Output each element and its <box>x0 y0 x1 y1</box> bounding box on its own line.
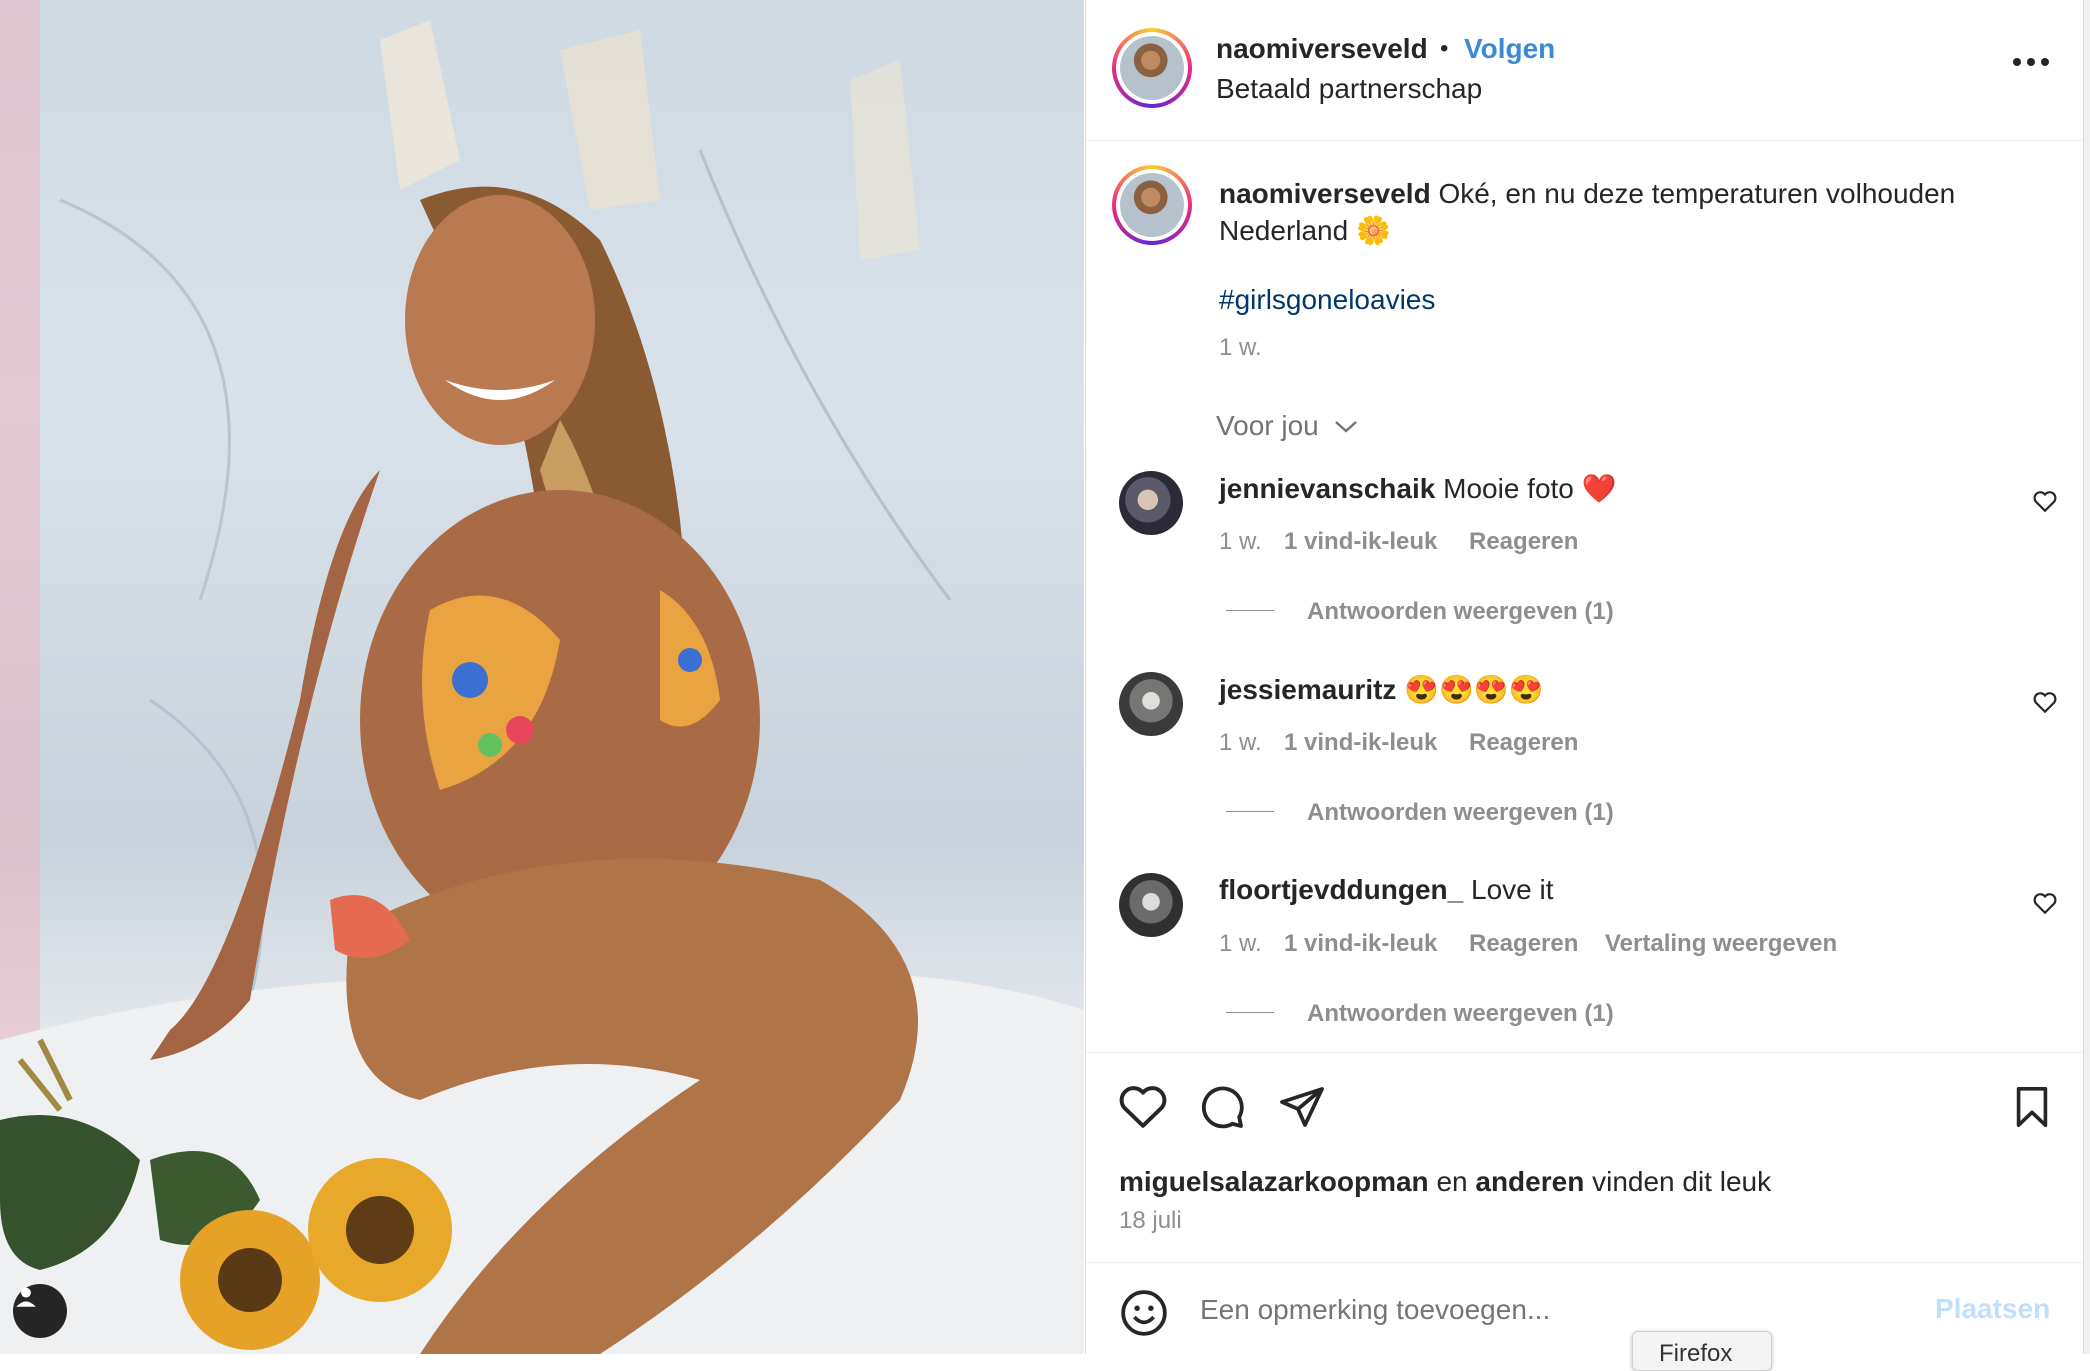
comment-reply-button[interactable]: Reageren <box>1469 528 1578 556</box>
comment-body: floortjevddungen_ Love it <box>1219 874 1554 906</box>
comment-composer: Plaatsen <box>1086 1262 2084 1355</box>
follow-button[interactable]: Volgen <box>1464 33 1555 65</box>
comment-username[interactable]: floortjevddungen_ <box>1219 874 1463 905</box>
comment-heart-icon[interactable] <box>2032 890 2058 916</box>
comment-body: jennievanschaik Mooie foto ❤️ <box>1219 472 1617 505</box>
post-photo[interactable] <box>0 0 1084 1354</box>
replies-divider <box>1226 1012 1274 1013</box>
comment-likes-count[interactable]: 1 vind-ik-leuk <box>1284 528 1437 556</box>
post-comment-button[interactable]: Plaatsen <box>1935 1293 2050 1325</box>
comment-text: 😍😍😍😍 <box>1404 674 1544 705</box>
photo-illustration <box>0 0 1084 1354</box>
browser-tooltip: Firefox <box>1632 1331 1772 1371</box>
post-actions: miguelsalazarkoopman en anderen vinden d… <box>1086 1052 2084 1263</box>
post-side-panel: naomiverseveld • Volgen Betaald partners… <box>1085 0 2084 1354</box>
comment-heart-icon[interactable] <box>2032 689 2058 715</box>
comment-body: jessiemauritz 😍😍😍😍 <box>1219 673 1544 706</box>
view-replies-button[interactable]: Antwoorden weergeven (1) <box>1307 1000 1614 1028</box>
author-username[interactable]: naomiverseveld <box>1216 33 1428 65</box>
comment-username[interactable]: jennievanschaik <box>1219 473 1435 504</box>
likes-suffix: vinden dit leuk <box>1592 1166 1772 1197</box>
comment-timestamp[interactable]: 1 w. <box>1219 930 1262 958</box>
commenter-avatar[interactable] <box>1119 672 1183 736</box>
view-replies-button[interactable]: Antwoorden weergeven (1) <box>1307 799 1614 827</box>
comment-timestamp[interactable]: 1 w. <box>1219 528 1262 556</box>
paid-partnership-label[interactable]: Betaald partnerschap <box>1216 73 1482 105</box>
more-options-icon[interactable] <box>2011 52 2051 72</box>
chevron-down-icon <box>1334 421 1357 433</box>
caption-timestamp[interactable]: 1 w. <box>1219 334 1262 362</box>
replies-divider <box>1226 610 1274 611</box>
comment-heart-icon[interactable] <box>2032 488 2058 514</box>
comment-text: Mooie foto ❤️ <box>1443 473 1617 504</box>
tag-people-icon[interactable] <box>13 1284 67 1338</box>
comment-icon[interactable] <box>1198 1083 1246 1131</box>
comment-likes-count[interactable]: 1 vind-ik-leuk <box>1284 930 1437 958</box>
caption-text: Oké, en nu deze temperaturen volhouden <box>1438 178 1956 209</box>
comment-likes-count[interactable]: 1 vind-ik-leuk <box>1284 729 1437 757</box>
bookmark-icon[interactable] <box>2009 1083 2055 1131</box>
caption-hashtag[interactable]: #girlsgoneloavies <box>1219 284 1435 316</box>
comment-input[interactable] <box>1198 1285 1822 1335</box>
caption: naomiverseveld Oké, en nu deze temperatu… <box>1219 175 1955 249</box>
emoji-icon[interactable] <box>1119 1288 1169 1338</box>
comment-sort-label: Voor jou <box>1216 410 1319 441</box>
view-replies-button[interactable]: Antwoorden weergeven (1) <box>1307 598 1614 626</box>
share-icon[interactable] <box>1278 1083 1326 1131</box>
heart-icon[interactable] <box>1118 1083 1168 1129</box>
comment-sort-dropdown[interactable]: Voor jou <box>1216 410 1359 442</box>
commenter-avatar[interactable] <box>1119 873 1183 937</box>
comment-username[interactable]: jessiemauritz <box>1219 674 1396 705</box>
author-avatar[interactable] <box>1112 28 1192 108</box>
likes-others-link[interactable]: anderen <box>1475 1166 1584 1197</box>
comment-text: Love it <box>1471 874 1554 905</box>
liker-username[interactable]: miguelsalazarkoopman <box>1119 1166 1429 1197</box>
translate-button[interactable]: Vertaling weergeven <box>1605 930 1837 958</box>
window-edge <box>2083 0 2090 1354</box>
likes-connector: en <box>1436 1166 1468 1197</box>
header-separator: • <box>1440 35 1449 62</box>
caption-author-avatar[interactable] <box>1112 165 1192 245</box>
caption-author[interactable]: naomiverseveld <box>1219 178 1431 209</box>
comment-timestamp[interactable]: 1 w. <box>1219 729 1262 757</box>
comment-reply-button[interactable]: Reageren <box>1469 930 1578 958</box>
caption-text-line2: Nederland 🌼 <box>1219 215 1391 246</box>
comment-reply-button[interactable]: Reageren <box>1469 729 1578 757</box>
replies-divider <box>1226 811 1274 812</box>
commenter-avatar[interactable] <box>1119 471 1183 535</box>
post-header: naomiverseveld • Volgen Betaald partners… <box>1086 0 2084 141</box>
likes-summary: miguelsalazarkoopman en anderen vinden d… <box>1119 1166 1771 1198</box>
post-date[interactable]: 18 juli <box>1119 1207 1182 1235</box>
